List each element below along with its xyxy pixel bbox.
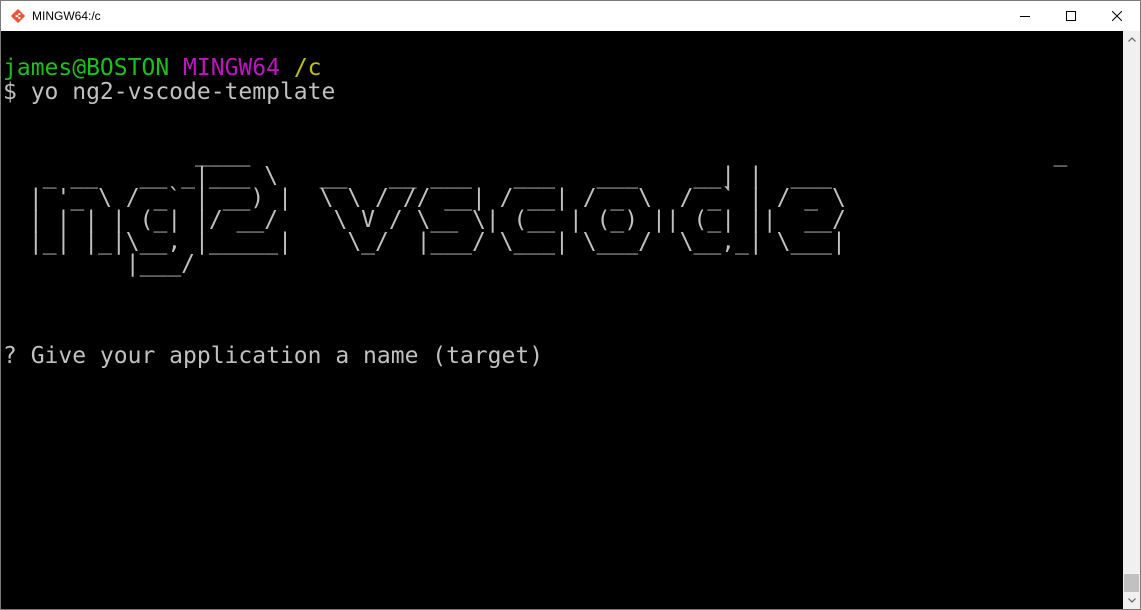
terminal-output[interactable]: james@BOSTON MINGW64 /c $ yo ng2-vscode-…	[1, 31, 1123, 609]
close-icon	[1112, 11, 1122, 21]
prompt-system: MINGW64	[183, 55, 280, 81]
vertical-scrollbar[interactable]	[1123, 31, 1140, 609]
prompt-question: ? Give your application a name (target)	[3, 343, 544, 369]
scroll-up-button[interactable]	[1123, 31, 1140, 48]
scroll-down-arrow-icon	[1127, 598, 1136, 603]
minimize-icon	[1020, 16, 1030, 17]
terminal-window: MINGW64:/c james@BOSTON MINGW64 /c $ yo …	[0, 0, 1141, 610]
title-bar[interactable]: MINGW64:/c	[1, 1, 1140, 31]
ascii-banner: ____ _ _ __ __ _|___ \ __ __ ___ ___ ___…	[28, 141, 1068, 277]
command-line: $ yo ng2-vscode-template	[3, 79, 336, 105]
maximize-button[interactable]	[1048, 1, 1094, 31]
scrollbar-thumb[interactable]	[1124, 574, 1139, 592]
window-title: MINGW64:/c	[32, 9, 101, 23]
prompt-line: james@BOSTON MINGW64 /c	[3, 55, 322, 81]
prompt-path: /c	[293, 55, 322, 81]
scroll-up-arrow-icon	[1127, 37, 1136, 42]
scroll-down-button[interactable]	[1123, 592, 1140, 609]
git-diamond-icon[interactable]	[10, 8, 26, 24]
minimize-button[interactable]	[1002, 1, 1048, 31]
close-button[interactable]	[1094, 1, 1140, 31]
prompt-user-host: james@BOSTON	[3, 55, 170, 81]
maximize-icon	[1066, 11, 1076, 21]
